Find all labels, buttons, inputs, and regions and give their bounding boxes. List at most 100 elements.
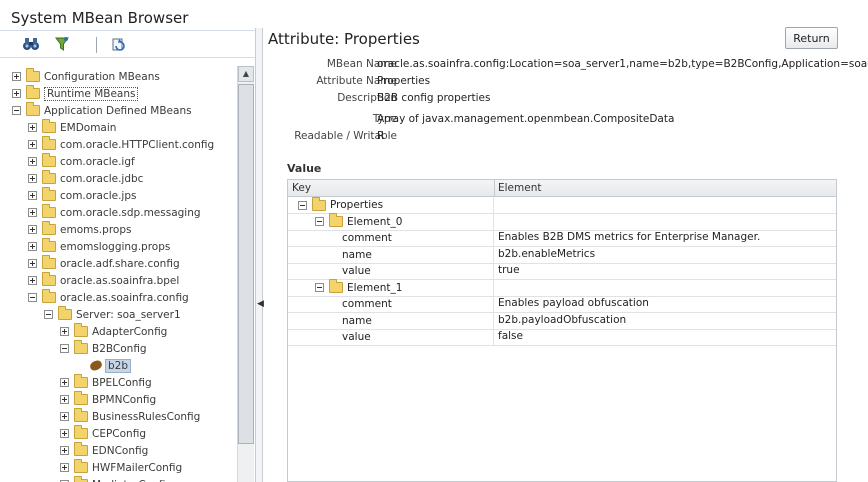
key-column-header[interactable]: Key <box>292 182 311 194</box>
tree-item[interactable]: com.oracle.HTTPClient.config <box>28 136 214 153</box>
tree-item[interactable]: oracle.as.soainfra.bpel <box>28 272 179 289</box>
expand-icon[interactable] <box>28 242 37 251</box>
tree-item[interactable]: EDNConfig <box>60 442 148 459</box>
tree-item-label[interactable]: com.oracle.HTTPClient.config <box>60 139 214 151</box>
panel-splitter[interactable]: ◀ <box>255 28 264 482</box>
tree-item[interactable]: EMDomain <box>28 119 116 136</box>
expand-icon[interactable] <box>60 463 69 472</box>
expand-icon[interactable] <box>28 191 37 200</box>
value-table-row[interactable]: name b2b.payloadObfuscation <box>288 312 836 330</box>
tree-item[interactable]: oracle.adf.share.config <box>28 255 180 272</box>
tree-item[interactable]: b2b <box>76 357 132 374</box>
tree-item[interactable]: CEPConfig <box>60 425 146 442</box>
filter-icon[interactable] <box>53 36 71 52</box>
collapse-icon[interactable] <box>28 293 37 302</box>
collapse-icon[interactable] <box>315 217 324 226</box>
tree-item[interactable]: com.oracle.sdp.messaging <box>28 204 201 221</box>
value-table-row[interactable]: Element_0 <box>288 213 836 231</box>
tree-item[interactable]: BPELConfig <box>60 374 152 391</box>
expand-icon[interactable] <box>28 123 37 132</box>
expand-icon[interactable] <box>60 395 69 404</box>
tree-item[interactable]: BusinessRulesConfig <box>60 408 200 425</box>
refresh-icon[interactable] <box>110 36 128 52</box>
tree-item-label[interactable]: BusinessRulesConfig <box>92 411 200 423</box>
tree-item-label[interactable]: B2BConfig <box>92 343 147 355</box>
tree-item-label[interactable]: EDNConfig <box>92 445 148 457</box>
tree-item-label[interactable]: EMDomain <box>60 122 116 134</box>
tree-item[interactable]: com.oracle.igf <box>28 153 135 170</box>
folder-icon <box>26 68 40 82</box>
tree-item-label[interactable]: Application Defined MBeans <box>44 105 192 117</box>
value-table-row[interactable]: value false <box>288 329 836 346</box>
tree-item[interactable]: emoms.props <box>28 221 131 238</box>
value-table-row[interactable]: Properties <box>288 196 836 214</box>
value-table-row[interactable]: Element_1 <box>288 279 836 297</box>
tree-item[interactable]: com.oracle.jps <box>28 187 136 204</box>
tree-item[interactable]: Application Defined MBeans <box>12 102 192 119</box>
collapse-icon[interactable] <box>44 310 53 319</box>
tree-item-label[interactable]: AdapterConfig <box>92 326 167 338</box>
tree-item-label[interactable]: emomslogging.props <box>60 241 170 253</box>
tree-item-label[interactable]: oracle.as.soainfra.config <box>60 292 189 304</box>
tree-item-label[interactable]: Configuration MBeans <box>44 71 160 83</box>
info-row: Type Array of javax.management.openmbean.… <box>263 113 868 129</box>
folder-icon <box>74 340 88 354</box>
tree-item[interactable]: HWFMailerConfig <box>60 459 182 476</box>
tree-item-label[interactable]: com.oracle.jdbc <box>60 173 143 185</box>
column-divider[interactable] <box>494 180 495 197</box>
expand-icon[interactable] <box>28 208 37 217</box>
collapse-icon[interactable] <box>298 200 307 210</box>
value-table-row[interactable]: value true <box>288 263 836 280</box>
expand-icon[interactable] <box>60 446 69 455</box>
expand-icon[interactable] <box>60 327 69 336</box>
tree-item[interactable]: oracle.as.soainfra.config <box>28 289 189 306</box>
expand-icon[interactable] <box>28 174 37 183</box>
tree-item-label[interactable]: BPMNConfig <box>92 394 156 406</box>
expand-icon[interactable] <box>28 276 37 285</box>
tree-item-label[interactable]: Server: soa_server1 <box>76 309 181 321</box>
folder-icon <box>74 442 88 456</box>
scroll-up-icon[interactable]: ▲ <box>238 66 254 82</box>
tree-item-label[interactable]: com.oracle.sdp.messaging <box>60 207 201 219</box>
expand-icon[interactable] <box>60 378 69 387</box>
collapse-icon[interactable] <box>12 106 21 115</box>
tree-item[interactable]: Runtime MBeans <box>12 85 139 102</box>
tree-item[interactable]: MediatorConfig <box>60 476 172 482</box>
tree-item[interactable]: Server: soa_server1 <box>44 306 181 323</box>
tree-item-label[interactable]: com.oracle.igf <box>60 156 135 168</box>
tree-item-label[interactable]: emoms.props <box>60 224 131 236</box>
tree-item-label[interactable]: BPELConfig <box>92 377 152 389</box>
element-column-header[interactable]: Element <box>498 182 541 194</box>
binoculars-icon[interactable] <box>22 36 40 52</box>
tree-item[interactable]: AdapterConfig <box>60 323 167 340</box>
tree-item-label[interactable]: oracle.as.soainfra.bpel <box>60 275 179 287</box>
expand-icon[interactable] <box>28 259 37 268</box>
tree-scrollbar[interactable]: ▲ <box>237 66 254 482</box>
tree-item[interactable]: BPMNConfig <box>60 391 156 408</box>
collapse-icon[interactable] <box>315 283 324 292</box>
tree-item-label[interactable]: b2b <box>105 358 132 373</box>
tree-item-label[interactable]: MediatorConfig <box>92 479 172 482</box>
expand-icon[interactable] <box>28 157 37 166</box>
scroll-thumb[interactable] <box>238 84 254 444</box>
tree-item-label[interactable]: CEPConfig <box>92 428 146 440</box>
expand-icon[interactable] <box>28 140 37 149</box>
expand-icon[interactable] <box>12 72 21 81</box>
return-button[interactable]: Return <box>785 27 838 49</box>
tree-item[interactable]: com.oracle.jdbc <box>28 170 143 187</box>
tree-item[interactable]: emomslogging.props <box>28 238 170 255</box>
value-table-row[interactable]: comment Enables payload obfuscation <box>288 296 836 313</box>
tree-item-label[interactable]: Runtime MBeans <box>44 86 139 101</box>
collapse-icon[interactable] <box>60 344 69 353</box>
expand-icon[interactable] <box>60 429 69 438</box>
expand-icon[interactable] <box>12 89 21 98</box>
expand-icon[interactable] <box>60 412 69 421</box>
value-table-row[interactable]: comment Enables B2B DMS metrics for Enter… <box>288 230 836 247</box>
tree-item[interactable]: Configuration MBeans <box>12 68 160 85</box>
tree-item-label[interactable]: com.oracle.jps <box>60 190 136 202</box>
expand-icon[interactable] <box>28 225 37 234</box>
tree-item-label[interactable]: oracle.adf.share.config <box>60 258 180 270</box>
tree-item[interactable]: B2BConfig <box>60 340 147 357</box>
tree-item-label[interactable]: HWFMailerConfig <box>92 462 182 474</box>
value-table-row[interactable]: name b2b.enableMetrics <box>288 246 836 264</box>
